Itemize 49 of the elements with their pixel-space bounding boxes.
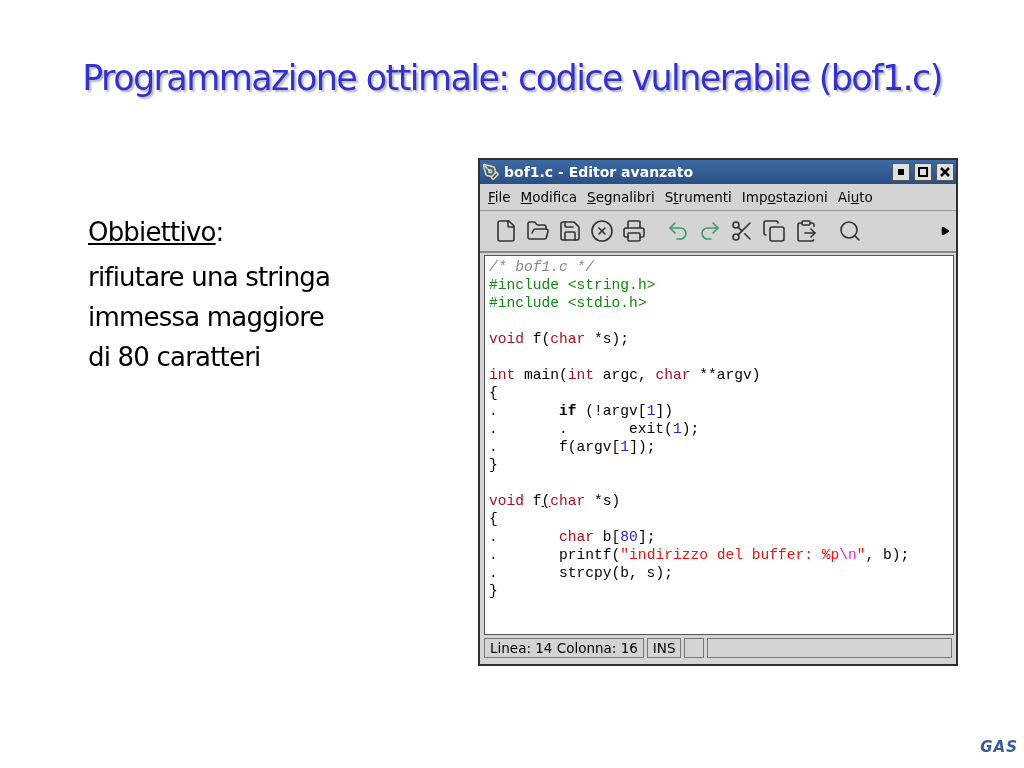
code-line: { — [489, 384, 499, 402]
close-icon — [940, 167, 950, 177]
menu-item[interactable]: Impostazioni — [741, 189, 828, 205]
menu-item[interactable]: Modifica — [520, 189, 578, 205]
objective-label: Obbiettivo — [88, 217, 216, 247]
status-panel — [684, 638, 705, 658]
code-line: . . exit(1); — [489, 420, 701, 438]
search-icon[interactable] — [838, 219, 862, 243]
paste-icon[interactable] — [794, 219, 818, 243]
code-line: . if (!argv[1]) — [489, 402, 674, 420]
code-line: void f(char *s); — [489, 330, 631, 348]
code-line: } — [489, 582, 499, 600]
status-panel: Linea: 14 Colonna: 16 — [484, 638, 644, 658]
logo: GAS — [980, 738, 1018, 756]
minimize-icon — [898, 169, 904, 175]
save-icon[interactable] — [558, 219, 582, 243]
code-line: void f(char *s) — [489, 492, 622, 510]
cut-icon[interactable] — [730, 219, 754, 243]
printer-icon[interactable] — [622, 219, 646, 243]
code-line: #include <stdio.h> — [489, 294, 648, 312]
window-title: bof1.c - Editor avanzato — [504, 164, 694, 180]
more-arrow-icon[interactable] — [940, 226, 950, 236]
code-line: . char b[80]; — [489, 528, 657, 546]
menu-item[interactable]: Segnalibri — [587, 189, 655, 205]
slide-title: Programmazione ottimale: codice vulnerabile (bof1.c) — [81, 58, 943, 98]
menu-item[interactable]: File — [488, 189, 511, 205]
menu-item[interactable]: Aiuto — [837, 189, 873, 205]
code-line: int main(int argc, char **argv) — [489, 366, 762, 384]
maximize-icon — [918, 167, 928, 177]
code-line: #include <string.h> — [489, 276, 657, 294]
new-document-icon[interactable] — [494, 219, 518, 243]
pen-icon — [482, 163, 500, 181]
code-line: . printf("indirizzo del buffer: %p\n", b); — [489, 546, 911, 564]
objective-text: rifiutare una stringa immessa maggiore di 80 caratteri — [88, 261, 332, 374]
code-line: { — [489, 510, 499, 528]
close-icon[interactable] — [590, 219, 614, 243]
open-folder-icon[interactable] — [526, 219, 550, 243]
objective-colon: : — [215, 217, 224, 247]
code-line: } — [489, 456, 499, 474]
copy-icon[interactable] — [762, 219, 786, 243]
menu-item[interactable]: Strumenti — [664, 189, 732, 205]
code-editor[interactable] — [484, 255, 954, 635]
status-panel: INS — [646, 638, 682, 658]
code-line: . f(argv[1]); — [489, 438, 657, 456]
minimize-button[interactable] — [892, 163, 910, 181]
code-line: . strcpy(b, s); — [489, 564, 674, 582]
maximize-button[interactable] — [914, 163, 932, 181]
close-button[interactable] — [936, 163, 954, 181]
code-line: /* bof1.c */ — [489, 258, 596, 276]
